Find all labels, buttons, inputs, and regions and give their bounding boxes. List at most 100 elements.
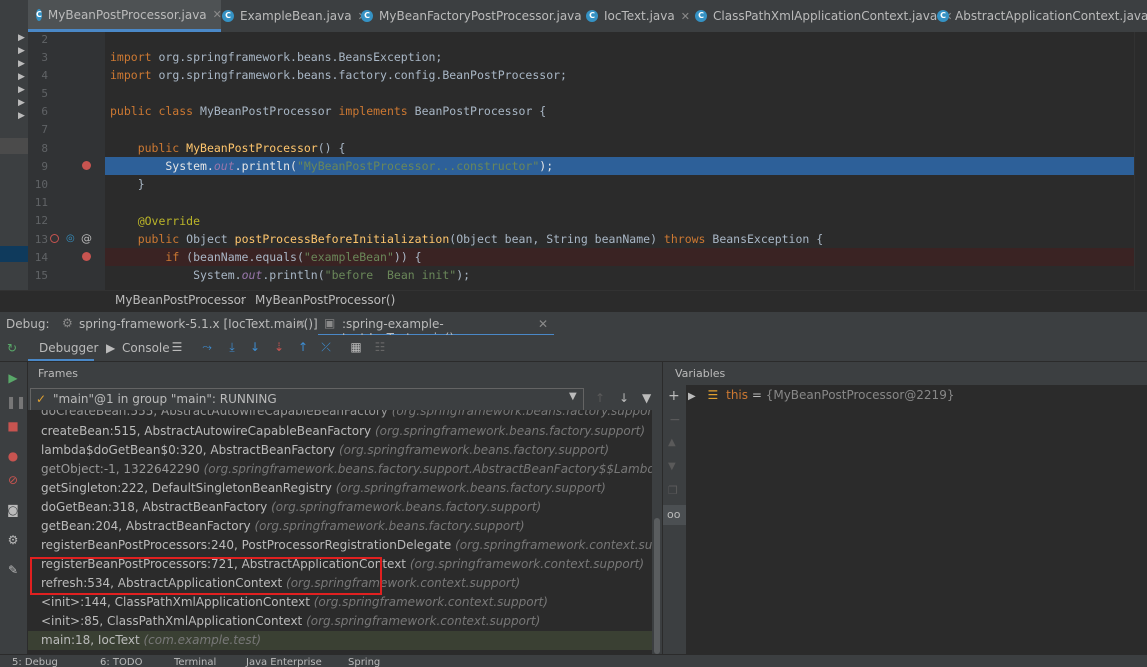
code-line-6: public class MyBeanPostProcessor impleme… xyxy=(110,104,547,118)
close-icon[interactable]: ✕ xyxy=(681,10,690,23)
pause-icon[interactable]: ❚❚ xyxy=(6,395,26,409)
glasses-button[interactable]: oo xyxy=(663,505,686,525)
menu-icon[interactable]: ☰ xyxy=(170,340,184,354)
line-number: 4 xyxy=(41,69,48,82)
tab-debugger[interactable]: Debugger xyxy=(28,335,98,361)
camera-icon[interactable]: ◙ xyxy=(6,503,20,517)
evaluate-expression-icon[interactable]: ▦ xyxy=(349,340,363,354)
line-number: 13 xyxy=(34,233,48,246)
run-config-icon: ⚙ xyxy=(62,316,73,330)
mute-breakpoints-icon[interactable]: ⊘ xyxy=(6,473,20,487)
breadcrumb-separator: › xyxy=(240,293,245,307)
close-icon[interactable]: ✕ xyxy=(296,317,306,331)
line-number: 10 xyxy=(34,178,48,191)
move-down-icon[interactable]: ▼ xyxy=(668,461,676,472)
add-icon[interactable]: + xyxy=(668,388,680,404)
breadcrumb-method[interactable]: MyBeanPostProcessor() xyxy=(255,293,395,307)
step-out-icon[interactable]: ↑ xyxy=(296,340,310,354)
view-breakpoints-icon[interactable]: ● xyxy=(6,449,20,463)
tab-label: MyBeanPostProcessor.java xyxy=(47,7,207,22)
tab-label: AbstractApplicationContext.java xyxy=(955,9,1147,23)
tab-examplebean[interactable]: C ExampleBean.java ✕ xyxy=(222,0,367,32)
close-icon[interactable]: ✕ xyxy=(213,8,222,21)
frame-item[interactable]: doCreateBean:555, AbstractAutowireCapabl… xyxy=(41,410,652,421)
stop-icon[interactable]: ■ xyxy=(6,419,20,433)
frame-item[interactable]: main:18, IocText (com.example.test) xyxy=(41,631,261,650)
show-execution-point-icon[interactable]: ⤳ xyxy=(200,340,214,354)
close-icon[interactable]: ✕ xyxy=(538,317,548,331)
expand-arrow-icon[interactable]: ▶ xyxy=(688,391,696,402)
line-number: 8 xyxy=(41,142,48,155)
filter-icon[interactable]: ▼ xyxy=(642,391,651,405)
run-config-icon: ▣ xyxy=(324,316,336,330)
tab-classpathxmlapplicationcontext[interactable]: C ClassPathXmlApplicationContext.java ✕ xyxy=(695,0,952,32)
frame-item[interactable]: getObject:-1, 1322642290 (org.springfram… xyxy=(41,460,652,479)
breadcrumb-class[interactable]: MyBeanPostProcessor xyxy=(115,293,246,307)
step-over-icon[interactable]: ⤓ xyxy=(225,340,239,354)
frame-item[interactable]: <init>:85, ClassPathXmlApplicationContex… xyxy=(41,612,540,631)
thread-selector[interactable]: ✓ "main"@1 in group "main": RUNNING ▼ xyxy=(30,388,584,411)
drop-frame-icon[interactable]: ⤫ xyxy=(319,340,333,354)
tab-console[interactable]: Console xyxy=(122,341,170,355)
trace-icon[interactable]: ☷ xyxy=(373,340,387,354)
frame-item[interactable]: <init>:144, ClassPathXmlApplicationConte… xyxy=(41,593,548,612)
frame-item[interactable]: registerBeanPostProcessors:240, PostProc… xyxy=(41,536,652,555)
tool-tab-terminal[interactable]: Terminal xyxy=(174,655,216,667)
variables-title: Variables xyxy=(675,367,726,380)
frame-item[interactable]: doGetBean:318, AbstractBeanFactory (org.… xyxy=(41,498,541,517)
tool-tab-java-enterprise[interactable]: Java Enterprise xyxy=(246,655,322,667)
class-icon: C xyxy=(36,8,42,21)
tab-mybeanfactorypostprocessor[interactable]: C MyBeanFactoryPostProcessor.java ✕ xyxy=(361,0,597,32)
frames-scrollbar[interactable] xyxy=(652,410,662,654)
variable-row[interactable]: ▶ ☰ this = {MyBeanPostProcessor@2219} xyxy=(688,388,954,402)
line-number: 3 xyxy=(41,51,48,64)
tab-label: ClassPathXmlApplicationContext.java xyxy=(713,9,938,23)
tab-abstractapplicationcontext[interactable]: C AbstractApplicationContext.java ✕ xyxy=(937,0,1147,32)
frame-item[interactable]: createBean:515, AbstractAutowireCapableB… xyxy=(41,422,645,441)
debug-session-bar: Debug: ⚙ spring-framework-5.1.x [IocText… xyxy=(0,311,1147,345)
method-breakpoint-icon[interactable] xyxy=(50,234,59,243)
resume-icon[interactable]: ▶ xyxy=(6,371,20,385)
pin-icon[interactable]: ✎ xyxy=(6,563,20,577)
step-into-icon[interactable]: ↓ xyxy=(248,340,262,354)
tab-ioctext[interactable]: C IocText.java ✕ xyxy=(586,0,690,32)
tab-label: ExampleBean.java xyxy=(240,9,352,23)
breakpoint-icon[interactable] xyxy=(82,161,91,170)
session-tab-spring-example-test[interactable]: ▣ :spring-example-test:IocText.main() ✕ xyxy=(318,312,554,345)
code-line-12: @Override xyxy=(110,214,201,228)
scroll-thumb[interactable] xyxy=(654,518,660,654)
session-tab-spring-framework[interactable]: spring-framework-5.1.x [IocText.main()] xyxy=(79,317,318,331)
tab-debugger-label: Debugger xyxy=(39,341,99,355)
override-icon[interactable]: ◎ xyxy=(66,233,75,244)
arrow-down-icon[interactable]: ↓ xyxy=(619,391,629,405)
variables-toolbar: + − ▲ ▼ ❐ oo xyxy=(663,385,686,654)
tool-tab-spring[interactable]: Spring xyxy=(348,655,380,667)
settings-icon[interactable]: ⚙ xyxy=(6,533,20,547)
frame-item[interactable]: lambda$doGetBean$0:320, AbstractBeanFact… xyxy=(41,441,609,460)
force-step-into-icon[interactable]: ⇣ xyxy=(272,340,286,354)
code-line-15: System.out.println("before Bean init"); xyxy=(110,268,471,282)
remove-icon[interactable]: − xyxy=(669,412,681,428)
code-line-13: public Object postProcessBeforeInitializ… xyxy=(110,232,824,246)
variable-equals: = xyxy=(748,388,766,402)
arrow-up-icon[interactable]: ↑ xyxy=(595,391,605,405)
line-number: 9 xyxy=(41,160,48,173)
tool-tab-debug[interactable]: 5: Debug xyxy=(12,655,58,667)
frame-item[interactable]: getSingleton:222, DefaultSingletonBeanRe… xyxy=(41,479,606,498)
copy-icon[interactable]: ❐ xyxy=(668,484,678,497)
tool-tab-todo[interactable]: 6: TODO xyxy=(100,655,142,667)
breakpoint-icon[interactable] xyxy=(82,252,91,261)
variable-value: {MyBeanPostProcessor@2219} xyxy=(765,388,955,402)
code-line-14: if (beanName.equals("exampleBean")) { xyxy=(165,250,422,264)
code-line-10: } xyxy=(110,177,145,191)
class-icon: C xyxy=(937,10,949,22)
frame-item[interactable]: getBean:204, AbstractBeanFactory (org.sp… xyxy=(41,517,525,536)
tab-mybeanpostprocessor[interactable]: C MyBeanPostProcessor.java ✕ xyxy=(28,0,222,32)
move-up-icon[interactable]: ▲ xyxy=(668,437,676,448)
class-icon: C xyxy=(586,10,598,22)
frames-title: Frames xyxy=(38,367,79,380)
line-number: 2 xyxy=(41,33,48,46)
rerun-icon[interactable]: ↻ xyxy=(7,341,17,355)
editor-scrollbar[interactable] xyxy=(1134,32,1147,290)
frames-list[interactable]: doCreateBean:555, AbstractAutowireCapabl… xyxy=(28,410,652,654)
